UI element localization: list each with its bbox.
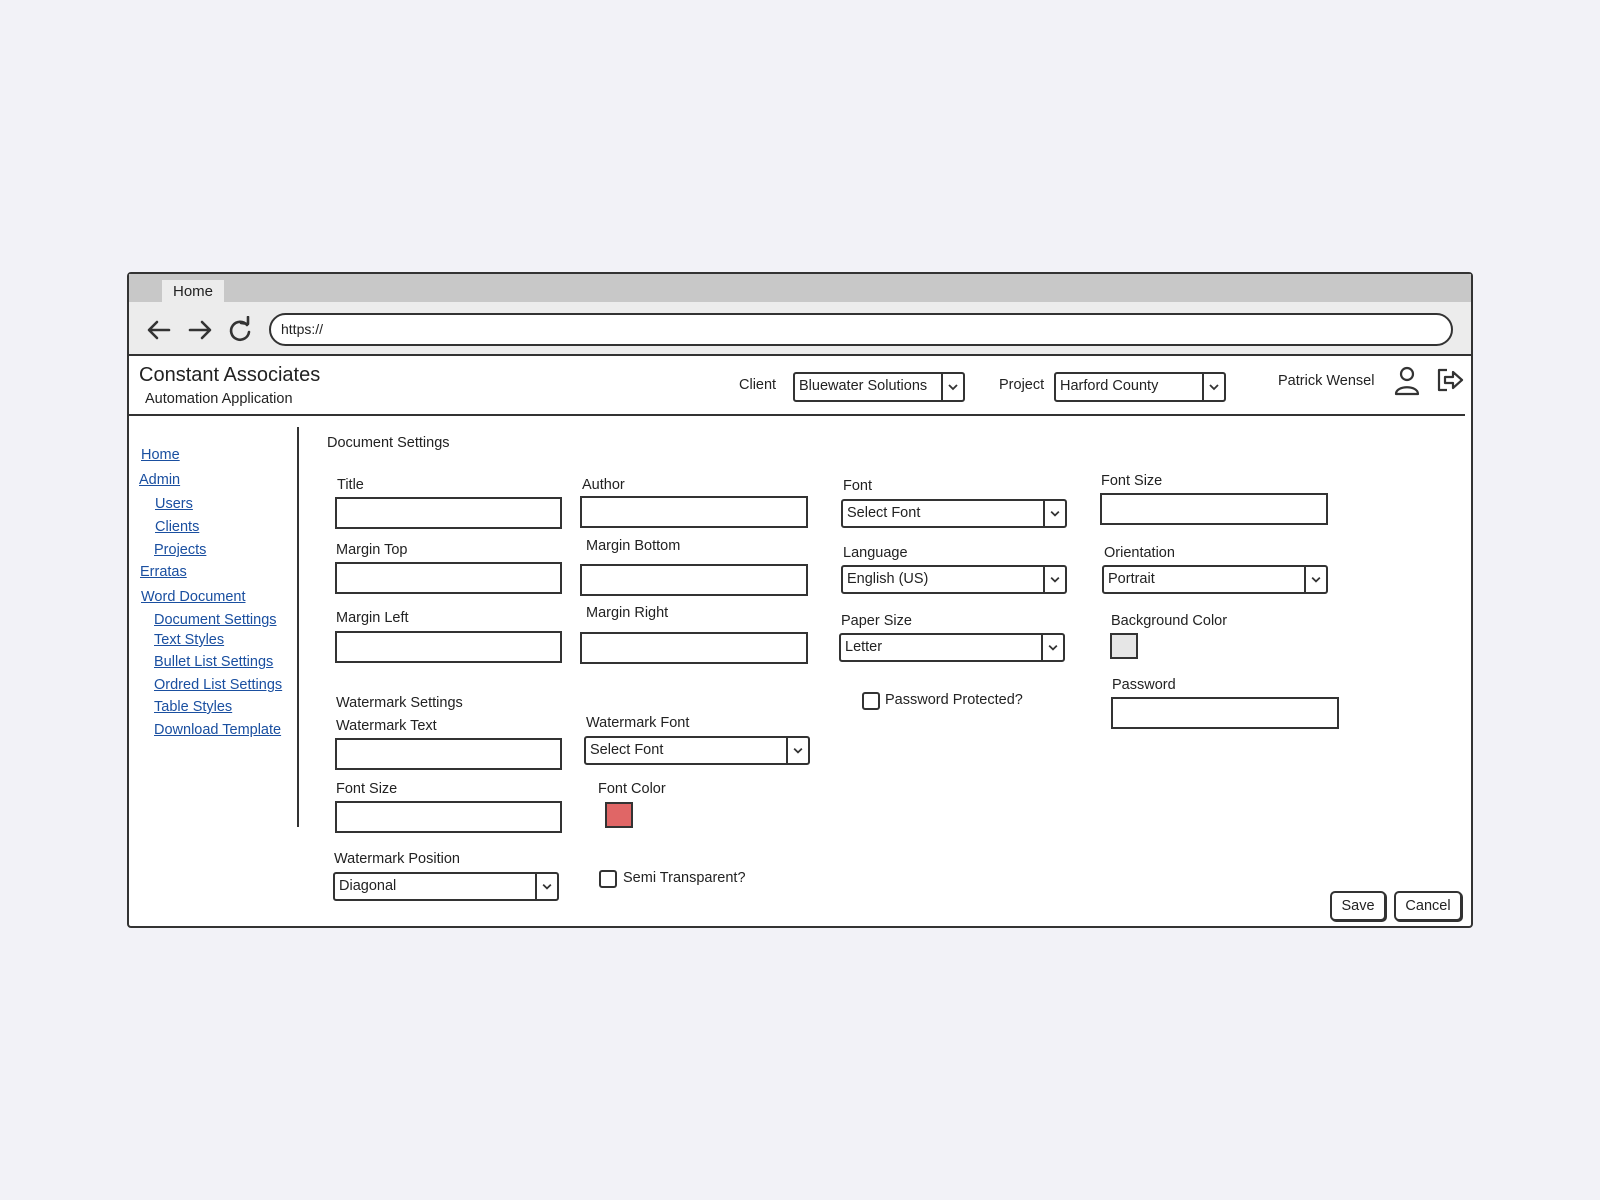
background-color-label: Background Color [1111,613,1228,629]
brand-title: Constant Associates [139,364,321,386]
sidebar-item-ordred-list-settings[interactable]: Ordred List Settings [154,677,282,693]
password-protected-checkbox[interactable] [862,692,880,710]
paper-size-select[interactable]: Letter [839,633,1065,662]
project-select[interactable]: Harford County [1054,372,1226,402]
author-label: Author [582,477,625,493]
browser-window: Home https:// Constant Associates Automa… [127,272,1473,928]
sidebar-item-erratas[interactable]: Erratas [140,564,187,580]
header-divider [129,414,1465,416]
watermark-position-select[interactable]: Diagonal [333,872,559,901]
project-select-value: Harford County [1060,378,1159,394]
watermark-section-title: Watermark Settings [336,695,463,711]
language-label: Language [843,545,908,561]
font-label: Font [843,478,873,494]
author-input[interactable] [580,496,808,528]
paper-size-label: Paper Size [841,613,912,629]
sidebar-item-home[interactable]: Home [141,447,180,463]
password-protected-label: Password Protected? [885,692,1023,708]
back-arrow-icon[interactable] [145,316,173,344]
sidebar-divider [297,427,299,827]
watermark-font-size-label: Font Size [336,781,398,797]
orientation-label: Orientation [1104,545,1175,561]
save-button[interactable]: Save [1330,891,1386,921]
sidebar-item-bullet-list-settings[interactable]: Bullet List Settings [154,654,273,670]
client-select[interactable]: Bluewater Solutions [793,372,965,402]
forward-arrow-icon[interactable] [186,316,214,344]
chevron-down-icon [1050,510,1060,517]
watermark-text-label: Watermark Text [336,718,437,734]
chevron-down-icon [793,747,803,754]
watermark-font-select-value: Select Font [590,742,664,758]
sidebar-item-download-template[interactable]: Download Template [154,722,281,738]
semi-transparent-label: Semi Transparent? [623,870,746,886]
password-label: Password [1112,677,1176,693]
reload-icon[interactable] [226,316,254,344]
watermark-font-select[interactable]: Select Font [584,736,810,765]
sidebar-item-users[interactable]: Users [155,496,193,512]
watermark-font-size-input[interactable] [335,801,562,833]
margin-bottom-input[interactable] [580,564,808,596]
sidebar-item-text-styles[interactable]: Text Styles [154,632,224,648]
tab-home[interactable]: Home [162,280,224,304]
sidebar-item-word-document[interactable]: Word Document [141,589,246,605]
language-select-value: English (US) [847,571,929,587]
background-color-swatch[interactable] [1110,633,1138,659]
chevron-down-icon [542,883,552,890]
password-input[interactable] [1111,697,1339,729]
font-color-label: Font Color [598,781,666,797]
client-select-value: Bluewater Solutions [799,378,928,394]
margin-left-input[interactable] [335,631,562,663]
margin-right-label: Margin Right [586,605,669,621]
margin-top-label: Margin Top [336,542,408,558]
margin-right-input[interactable] [580,632,808,664]
orientation-select-value: Portrait [1108,571,1155,587]
title-label: Title [337,477,364,493]
margin-left-label: Margin Left [336,610,409,626]
sidebar-item-table-styles[interactable]: Table Styles [154,699,232,715]
sidebar-item-projects[interactable]: Projects [154,542,206,558]
chevron-down-icon [1050,576,1060,583]
font-color-swatch[interactable] [605,802,633,828]
margin-bottom-label: Margin Bottom [586,538,681,554]
watermark-position-label: Watermark Position [334,851,460,867]
cancel-button[interactable]: Cancel [1394,891,1462,921]
brand-subtitle: Automation Application [145,391,293,407]
paper-size-select-value: Letter [845,639,883,655]
watermark-position-select-value: Diagonal [339,878,397,894]
sidebar-item-clients[interactable]: Clients [155,519,199,535]
logout-icon[interactable] [1435,366,1465,394]
user-icon[interactable] [1393,366,1421,396]
watermark-font-label: Watermark Font [586,715,690,731]
user-name: Patrick Wensel [1278,373,1375,389]
section-title: Document Settings [327,435,450,451]
chevron-down-icon [1048,644,1058,651]
title-input[interactable] [335,497,562,529]
tab-bar: Home [129,274,1471,304]
chevron-down-icon [948,384,958,391]
browser-toolbar: https:// [129,302,1471,356]
font-select-value: Select Font [847,505,921,521]
url-bar[interactable]: https:// [269,313,1453,346]
font-size-input[interactable] [1100,493,1328,525]
semi-transparent-checkbox[interactable] [599,870,617,888]
margin-top-input[interactable] [335,562,562,594]
font-select[interactable]: Select Font [841,499,1067,528]
client-label: Client [739,377,777,393]
project-label: Project [999,377,1045,393]
sidebar-item-admin[interactable]: Admin [139,472,180,488]
orientation-select[interactable]: Portrait [1102,565,1328,594]
watermark-text-input[interactable] [335,738,562,770]
language-select[interactable]: English (US) [841,565,1067,594]
sidebar-item-document-settings[interactable]: Document Settings [154,612,277,628]
chevron-down-icon [1311,576,1321,583]
chevron-down-icon [1209,384,1219,391]
font-size-label: Font Size [1101,473,1163,489]
